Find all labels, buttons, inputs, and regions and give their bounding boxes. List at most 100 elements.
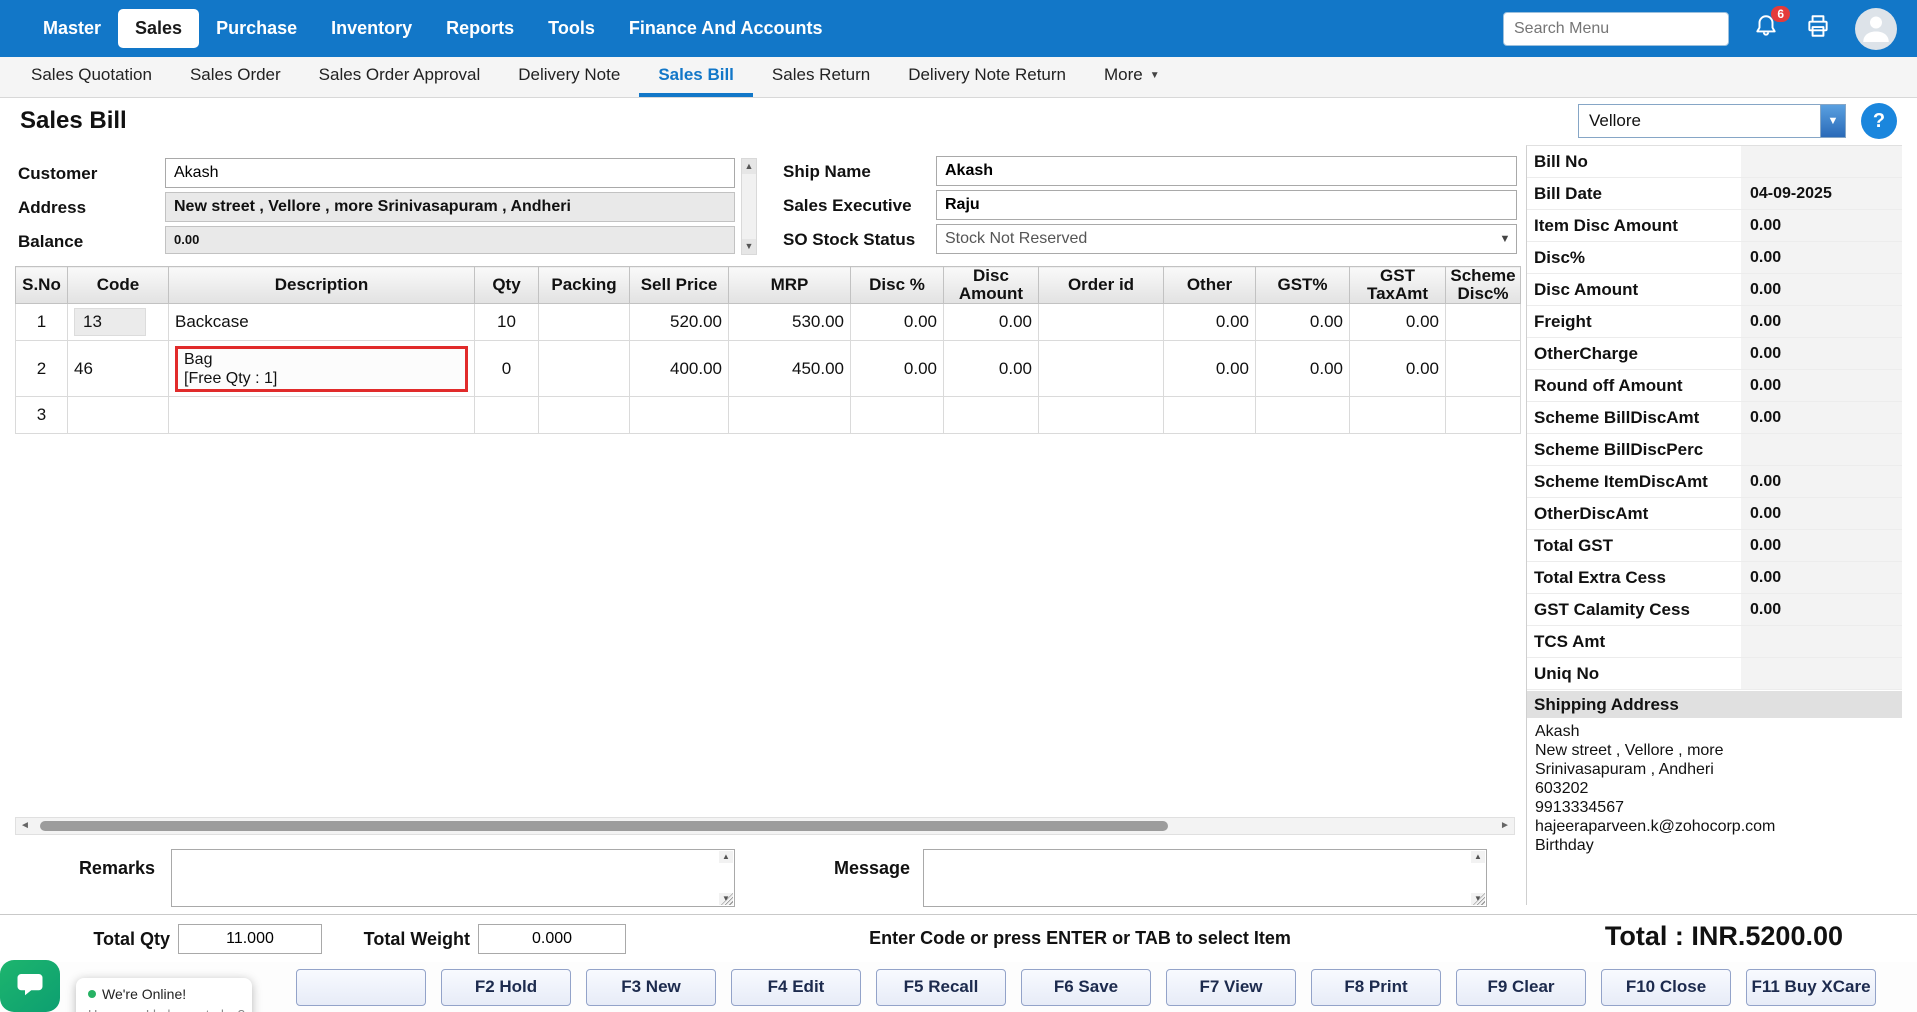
cell-mrp[interactable] bbox=[729, 397, 851, 434]
customer-input[interactable] bbox=[165, 158, 735, 188]
print-button[interactable] bbox=[1803, 14, 1833, 44]
totals-bar: Total Qty Total Weight Enter Code or pre… bbox=[0, 914, 1917, 962]
cell-other[interactable]: 0.00 bbox=[1164, 304, 1256, 341]
scroll-down-icon[interactable]: ▼ bbox=[742, 239, 756, 254]
nav-item-master[interactable]: Master bbox=[26, 9, 118, 48]
cell-order-id[interactable] bbox=[1039, 397, 1164, 434]
printer-icon bbox=[1805, 13, 1831, 44]
tab-sales-quotation[interactable]: Sales Quotation bbox=[12, 57, 171, 97]
scroll-up-icon[interactable]: ▲ bbox=[742, 159, 756, 174]
tab-sales-bill[interactable]: Sales Bill bbox=[639, 57, 753, 97]
cell-disc-amount[interactable] bbox=[944, 397, 1039, 434]
col-header-sno: S.No bbox=[16, 267, 68, 304]
cell-code[interactable]: 13 bbox=[68, 304, 169, 341]
cell-description[interactable] bbox=[169, 397, 475, 434]
customer-panel-scrollbar[interactable]: ▲ ▼ bbox=[741, 158, 757, 255]
cell-description[interactable]: Bag [Free Qty : 1] bbox=[169, 341, 475, 397]
cell-gst-taxamt[interactable]: 0.00 bbox=[1350, 304, 1446, 341]
f4-edit-button[interactable]: F4 Edit bbox=[731, 969, 861, 1006]
message-textarea[interactable] bbox=[924, 850, 1486, 906]
cell-qty[interactable] bbox=[475, 397, 539, 434]
cell-disc-amount[interactable]: 0.00 bbox=[944, 304, 1039, 341]
cell-packing[interactable] bbox=[539, 341, 630, 397]
cell-qty[interactable]: 10 bbox=[475, 304, 539, 341]
summary-label: Bill Date bbox=[1527, 178, 1741, 209]
scroll-right-icon[interactable]: ► bbox=[1496, 818, 1514, 834]
nav-item-finance-and-accounts[interactable]: Finance And Accounts bbox=[612, 9, 840, 48]
cell-disc-amount[interactable]: 0.00 bbox=[944, 341, 1039, 397]
nav-item-purchase[interactable]: Purchase bbox=[199, 9, 314, 48]
f11-buy-xcare-button[interactable]: F11 Buy XCare bbox=[1746, 969, 1876, 1006]
cell-gst-pct[interactable]: 0.00 bbox=[1256, 341, 1350, 397]
cell-gst-pct[interactable]: 0.00 bbox=[1256, 304, 1350, 341]
cell-code[interactable]: 46 bbox=[68, 341, 169, 397]
total-weight-input[interactable] bbox=[478, 924, 626, 954]
blank-function-button[interactable] bbox=[296, 969, 426, 1006]
live-chat-button[interactable] bbox=[0, 960, 60, 1012]
f2-hold-button[interactable]: F2 Hold bbox=[441, 969, 571, 1006]
cell-gst-pct[interactable] bbox=[1256, 397, 1350, 434]
so-stock-status-select[interactable]: Stock Not Reserved ▼ bbox=[936, 224, 1517, 254]
nav-item-sales[interactable]: Sales bbox=[118, 9, 199, 48]
chat-subtext: How may I help you today? bbox=[88, 1007, 240, 1012]
branch-select[interactable]: Vellore ▼ bbox=[1578, 104, 1846, 138]
cell-order-id[interactable] bbox=[1039, 341, 1164, 397]
f10-close-button[interactable]: F10 Close bbox=[1601, 969, 1731, 1006]
summary-row: Round off Amount0.00 bbox=[1527, 370, 1902, 402]
tab-delivery-note[interactable]: Delivery Note bbox=[499, 57, 639, 97]
tab-sales-return[interactable]: Sales Return bbox=[753, 57, 889, 97]
f3-new-button[interactable]: F3 New bbox=[586, 969, 716, 1006]
search-menu-input[interactable] bbox=[1503, 12, 1729, 46]
cell-scheme-disc[interactable] bbox=[1446, 304, 1521, 341]
cell-scheme-disc[interactable] bbox=[1446, 397, 1521, 434]
ship-name-input[interactable] bbox=[936, 156, 1517, 186]
cell-sell-price[interactable] bbox=[630, 397, 729, 434]
cell-disc-pct[interactable]: 0.00 bbox=[851, 304, 944, 341]
f7-view-button[interactable]: F7 View bbox=[1166, 969, 1296, 1006]
summary-value: 0.00 bbox=[1741, 338, 1902, 369]
header-right-cluster: Vellore ▼ ? bbox=[1578, 103, 1897, 139]
nav-item-tools[interactable]: Tools bbox=[531, 9, 612, 48]
f9-clear-button[interactable]: F9 Clear bbox=[1456, 969, 1586, 1006]
cell-other[interactable]: 0.00 bbox=[1164, 341, 1256, 397]
nav-item-inventory[interactable]: Inventory bbox=[314, 9, 429, 48]
chat-status-card[interactable]: We're Online! How may I help you today? bbox=[76, 978, 252, 1012]
cell-code[interactable] bbox=[68, 397, 169, 434]
tab-sales-order-approval[interactable]: Sales Order Approval bbox=[300, 57, 500, 97]
cell-gst-taxamt[interactable]: 0.00 bbox=[1350, 341, 1446, 397]
total-qty-input[interactable] bbox=[178, 924, 322, 954]
f5-recall-button[interactable]: F5 Recall bbox=[876, 969, 1006, 1006]
cell-qty[interactable]: 0 bbox=[475, 341, 539, 397]
cell-gst-taxamt[interactable] bbox=[1350, 397, 1446, 434]
cell-packing[interactable] bbox=[539, 304, 630, 341]
tab-delivery-note-return[interactable]: Delivery Note Return bbox=[889, 57, 1085, 97]
nav-item-reports[interactable]: Reports bbox=[429, 9, 531, 48]
cell-disc-pct[interactable] bbox=[851, 397, 944, 434]
cell-order-id[interactable] bbox=[1039, 304, 1164, 341]
cell-mrp[interactable]: 450.00 bbox=[729, 341, 851, 397]
cell-scheme-disc[interactable] bbox=[1446, 341, 1521, 397]
cell-sell-price[interactable]: 400.00 bbox=[630, 341, 729, 397]
notifications-button[interactable]: 6 bbox=[1751, 14, 1781, 44]
cell-mrp[interactable]: 530.00 bbox=[729, 304, 851, 341]
cell-other[interactable] bbox=[1164, 397, 1256, 434]
f8-print-button[interactable]: F8 Print bbox=[1311, 969, 1441, 1006]
selected-description-highlight[interactable]: Bag [Free Qty : 1] bbox=[175, 346, 468, 392]
table-row: 2 46 Bag [Free Qty : 1] 0 400.00 450.00 … bbox=[16, 341, 1521, 397]
scroll-left-icon[interactable]: ◄ bbox=[16, 818, 34, 834]
cell-sell-price[interactable]: 520.00 bbox=[630, 304, 729, 341]
grid-horizontal-scrollbar[interactable]: ◄ ► bbox=[15, 817, 1515, 835]
remarks-textarea[interactable] bbox=[172, 850, 734, 906]
remarks-field-wrap: ▲ ▼ bbox=[171, 849, 735, 907]
help-button[interactable]: ? bbox=[1861, 103, 1897, 139]
user-avatar[interactable] bbox=[1855, 8, 1897, 50]
scrollbar-thumb[interactable] bbox=[40, 821, 1168, 831]
sales-executive-input[interactable] bbox=[936, 190, 1517, 220]
f6-save-button[interactable]: F6 Save bbox=[1021, 969, 1151, 1006]
tab-more[interactable]: More ▼ bbox=[1085, 57, 1179, 97]
cell-packing[interactable] bbox=[539, 397, 630, 434]
col-header-disc-amount: Disc Amount bbox=[944, 267, 1039, 304]
tab-sales-order[interactable]: Sales Order bbox=[171, 57, 300, 97]
cell-disc-pct[interactable]: 0.00 bbox=[851, 341, 944, 397]
cell-description[interactable]: Backcase bbox=[169, 304, 475, 341]
